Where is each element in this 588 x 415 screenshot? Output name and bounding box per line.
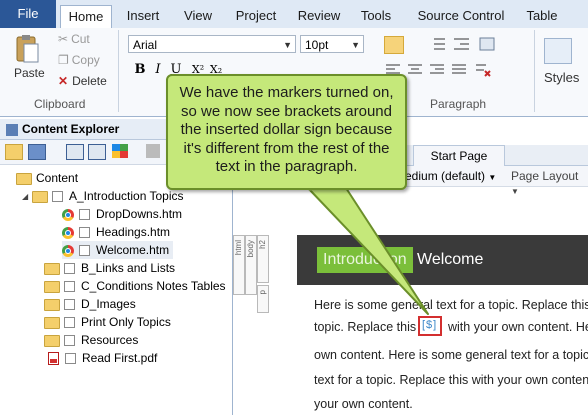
- align-right-icon[interactable]: [428, 62, 446, 78]
- callout-bubble: We have the markers turned on, so we now…: [166, 74, 407, 190]
- grid-icon[interactable]: [112, 144, 128, 158]
- scissors-icon: ✂: [58, 32, 69, 46]
- paragraph-group-label: Paragraph: [430, 97, 487, 111]
- tab-home[interactable]: Home: [60, 5, 112, 30]
- new-icon[interactable]: [66, 144, 84, 160]
- layout-icon[interactable]: [28, 144, 46, 160]
- structure-marker-html[interactable]: html: [233, 235, 245, 295]
- styles-button[interactable]: Styles: [544, 70, 579, 85]
- tree-checkbox[interactable]: [79, 227, 90, 239]
- paragraph-line[interactable]: text for a topic. Replace this with your…: [314, 373, 588, 387]
- settings-icon[interactable]: [146, 144, 160, 158]
- tree-item[interactable]: C_Conditions Notes Tables: [44, 277, 226, 295]
- chevron-down-icon: ▼: [351, 40, 360, 50]
- tree-item[interactable]: B_Links and Lists: [44, 259, 175, 277]
- copy-label: Copy: [71, 53, 100, 67]
- pdf-icon: [48, 352, 59, 366]
- duplicate-icon[interactable]: [88, 144, 106, 160]
- font-family-select[interactable]: Arial ▼: [128, 35, 296, 53]
- numbered-list-icon[interactable]: [428, 36, 446, 52]
- tab-tools[interactable]: Tools: [354, 5, 398, 28]
- tab-project[interactable]: Project: [228, 5, 284, 28]
- callout-pointer: [307, 187, 429, 315]
- ribbon-tab-bar: File Home Insert View Project Review Too…: [0, 0, 588, 30]
- tree-item[interactable]: ◢ A_Introduction Topics: [22, 187, 184, 205]
- tree-checkbox[interactable]: [52, 191, 63, 203]
- folder-icon: [16, 172, 32, 185]
- cut-label: Cut: [71, 32, 90, 46]
- paragraph-line[interactable]: own content. Here is some general text f…: [314, 348, 588, 362]
- tree-item[interactable]: Print Only Topics: [44, 313, 171, 331]
- chrome-icon: [62, 208, 74, 221]
- tree-checkbox[interactable]: [64, 317, 75, 329]
- chevron-down-icon: ▼: [283, 40, 292, 50]
- copy-button[interactable]: ❐ Copy: [58, 53, 100, 67]
- copy-icon: ❐: [58, 53, 69, 67]
- chevron-down-icon: ▼: [511, 187, 519, 196]
- tree-checkbox[interactable]: [64, 335, 75, 347]
- tree-item-selected[interactable]: Welcome.htm: [62, 241, 174, 259]
- tree-item[interactable]: DropDowns.htm: [62, 205, 182, 223]
- group-separator: [118, 30, 119, 112]
- clear-format-icon[interactable]: [474, 62, 492, 78]
- folder-icon[interactable]: [5, 144, 23, 160]
- tab-table[interactable]: Table: [520, 5, 564, 28]
- tab-file[interactable]: File: [0, 0, 56, 28]
- structure-marker-p[interactable]: p: [257, 285, 269, 313]
- justify-icon[interactable]: [450, 62, 468, 78]
- tab-insert[interactable]: Insert: [118, 5, 168, 28]
- chrome-icon: [62, 226, 74, 239]
- tree-item[interactable]: Resources: [44, 331, 138, 349]
- explorer-icon: [6, 123, 18, 136]
- folder-icon: [44, 334, 60, 347]
- bold-button[interactable]: B: [132, 62, 148, 78]
- styles-icon[interactable]: [544, 38, 572, 64]
- cut-button[interactable]: ✂ Cut: [58, 32, 90, 46]
- paragraph-style-icon[interactable]: [478, 36, 496, 52]
- folder-icon: [32, 190, 48, 203]
- delete-button[interactable]: ✕ Delete: [58, 74, 107, 88]
- delete-icon: ✕: [58, 74, 69, 88]
- bullet-list-icon[interactable]: [384, 36, 404, 54]
- chrome-icon: [62, 244, 74, 257]
- folder-icon: [44, 298, 60, 311]
- align-center-icon[interactable]: [406, 62, 424, 78]
- tree-checkbox[interactable]: [79, 209, 90, 221]
- structure-marker-h2[interactable]: h2: [257, 235, 269, 283]
- paragraph-line[interactable]: your own content.: [314, 397, 413, 411]
- folder-icon: [44, 280, 60, 293]
- tab-review[interactable]: Review: [292, 5, 346, 28]
- content-explorer-title: Content Explorer: [22, 122, 120, 136]
- tab-start-page[interactable]: Start Page: [413, 145, 505, 166]
- tree-item[interactable]: Headings.htm: [62, 223, 170, 241]
- delete-label: Delete: [72, 74, 107, 88]
- tree-checkbox[interactable]: [64, 299, 75, 311]
- folder-icon: [44, 262, 60, 275]
- callout-text: We have the markers turned on, so we now…: [179, 84, 394, 176]
- structure-marker-body[interactable]: body: [245, 235, 257, 295]
- tab-source-control[interactable]: Source Control: [408, 5, 514, 28]
- expand-arrow-icon[interactable]: ◢: [22, 188, 32, 206]
- tree-item[interactable]: D_Images: [44, 295, 136, 313]
- paste-icon[interactable]: [14, 34, 40, 64]
- tree-item[interactable]: Content: [16, 169, 78, 187]
- group-separator: [534, 30, 535, 112]
- tab-view[interactable]: View: [176, 5, 220, 28]
- indent-icon[interactable]: [452, 36, 470, 52]
- font-size-select[interactable]: 10pt ▼: [300, 35, 364, 53]
- page-layout-select[interactable]: Page Layout ▼: [511, 169, 588, 197]
- paste-button[interactable]: Paste: [14, 66, 45, 80]
- tree-item[interactable]: Read First.pdf: [48, 349, 157, 367]
- medium-select[interactable]: edium (default) ▼: [405, 169, 496, 183]
- tree-checkbox[interactable]: [65, 353, 76, 365]
- italic-button[interactable]: I: [150, 62, 166, 78]
- tree-checkbox[interactable]: [79, 245, 90, 257]
- tree-checkbox[interactable]: [64, 281, 75, 293]
- chevron-down-icon: ▼: [488, 173, 497, 182]
- folder-icon: [44, 316, 60, 329]
- clipboard-group-label: Clipboard: [34, 97, 86, 111]
- paragraph-line[interactable]: with your own content. He: [448, 320, 588, 334]
- tree-checkbox[interactable]: [64, 263, 75, 275]
